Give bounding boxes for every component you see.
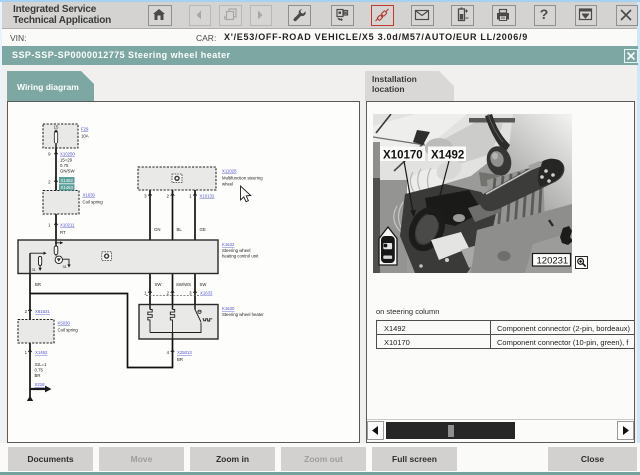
svg-text:X1462: X1462 [35, 350, 48, 355]
svg-text:X1462: X1462 [61, 178, 74, 183]
svg-text:10A: 10A [81, 134, 89, 139]
svg-text:wheel: wheel [222, 182, 233, 187]
svg-text:SW/WS: SW/WS [176, 282, 191, 287]
svg-text:Steering wheel: Steering wheel [222, 248, 250, 253]
svg-text:Multifunction steering: Multifunction steering [222, 176, 263, 181]
svg-text:GN: GN [154, 227, 160, 232]
svg-text:2: 2 [167, 291, 170, 296]
svg-text:2: 2 [167, 194, 170, 199]
svg-text:X1492: X1492 [431, 150, 464, 162]
svg-text:GE: GE [200, 227, 206, 232]
svg-text:X11028: X11028 [222, 169, 237, 174]
svg-text:X25013: X25013 [177, 350, 192, 355]
svg-text:X10132: X10132 [200, 194, 215, 199]
svg-text:K1632: K1632 [222, 242, 235, 247]
svg-text:X1630: X1630 [83, 193, 96, 198]
svg-text:31: 31 [63, 265, 67, 269]
svg-text:15=29: 15=29 [60, 158, 73, 163]
svg-text:K1630: K1630 [222, 306, 235, 311]
svg-text:X218: X218 [35, 382, 46, 387]
svg-text:GN/SW: GN/SW [60, 169, 76, 174]
svg-text:1: 1 [25, 350, 28, 355]
svg-text:15: 15 [54, 125, 59, 130]
svg-text:heating control unit: heating control unit [222, 254, 259, 259]
svg-text:SW: SW [155, 282, 163, 287]
svg-text:3: 3 [189, 291, 192, 296]
svg-text:X10250: X10250 [60, 152, 75, 157]
svg-text:F29: F29 [81, 127, 89, 132]
svg-text:BR: BR [35, 282, 41, 287]
svg-text:Coil spring: Coil spring [58, 328, 79, 333]
svg-text:0.75: 0.75 [35, 368, 44, 373]
svg-text:31L=1: 31L=1 [35, 362, 48, 367]
svg-text:X1463: X1463 [61, 185, 74, 190]
svg-text:0.75: 0.75 [60, 163, 69, 168]
svg-text:BR: BR [35, 373, 41, 378]
svg-text:Coil spring: Coil spring [83, 200, 104, 205]
svg-text:1: 1 [189, 194, 192, 199]
svg-text:2: 2 [48, 180, 51, 185]
svg-text:31: 31 [32, 268, 36, 272]
svg-text:BL: BL [177, 227, 183, 232]
svg-text:4: 4 [167, 350, 170, 355]
svg-text:1: 1 [144, 291, 147, 296]
svg-text:2: 2 [25, 309, 28, 314]
svg-text:X81631: X81631 [35, 309, 50, 314]
svg-text:RT: RT [60, 230, 66, 235]
svg-text:9: 9 [48, 152, 51, 157]
svg-text:K5030: K5030 [58, 321, 71, 326]
svg-text:3: 3 [144, 194, 147, 199]
svg-text:BR: BR [177, 357, 183, 362]
svg-text:X1633: X1633 [200, 291, 213, 296]
svg-text:120231: 120231 [537, 256, 569, 267]
svg-text:X10211: X10211 [60, 223, 75, 228]
svg-text:1: 1 [48, 223, 51, 228]
svg-text:X10170: X10170 [383, 150, 423, 162]
svg-text:Steering wheel heater: Steering wheel heater [222, 312, 264, 317]
svg-text:SW: SW [200, 282, 208, 287]
